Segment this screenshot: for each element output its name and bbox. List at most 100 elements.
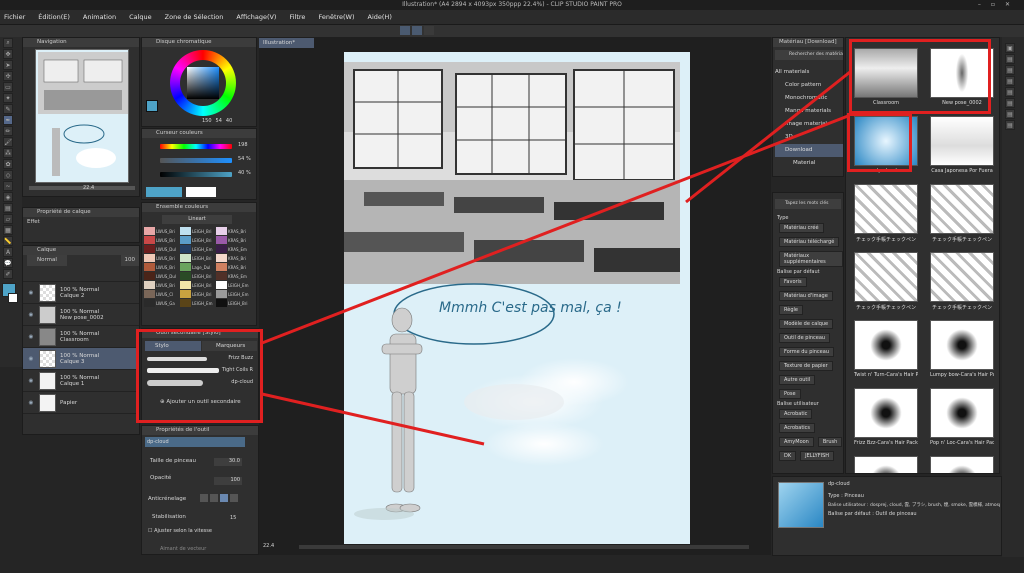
color-swatch[interactable] bbox=[216, 254, 227, 262]
material-item[interactable]: チェック手帳チェックペン bbox=[930, 184, 994, 246]
color-swatch[interactable] bbox=[216, 281, 227, 289]
eraser-tool-icon[interactable]: ◇ bbox=[3, 170, 13, 180]
text-tool-icon[interactable]: A bbox=[3, 247, 13, 257]
tree-item[interactable]: Image material bbox=[775, 118, 843, 131]
color-swatch[interactable] bbox=[216, 272, 227, 280]
navigator-zoom-slider[interactable] bbox=[29, 186, 135, 190]
tag[interactable]: Autre outil bbox=[779, 375, 816, 385]
tree-item[interactable]: Manga materials bbox=[775, 105, 843, 118]
material-item[interactable]: チェック手帳チェックペン bbox=[854, 184, 918, 246]
draw-mode-icon[interactable] bbox=[400, 26, 410, 35]
color-swatch[interactable] bbox=[144, 245, 155, 253]
folder-icon[interactable]: ▤ bbox=[1005, 65, 1015, 75]
hue-slider[interactable] bbox=[160, 144, 232, 149]
folder-icon[interactable]: ▤ bbox=[1005, 54, 1015, 64]
color-swatch[interactable] bbox=[144, 227, 155, 235]
color-swatch[interactable] bbox=[144, 254, 155, 262]
opacity-value[interactable]: 100 bbox=[214, 477, 242, 485]
tag[interactable]: Règle bbox=[779, 305, 803, 315]
tag[interactable]: Texture de papier bbox=[779, 361, 833, 371]
tag[interactable]: Acrobatic bbox=[779, 409, 813, 419]
navigator-preview[interactable] bbox=[35, 49, 129, 183]
tag[interactable]: Acrobatics bbox=[779, 423, 816, 433]
color-set-select[interactable]: Lineart bbox=[162, 215, 232, 224]
visibility-eye-icon[interactable]: ◉ bbox=[23, 312, 39, 318]
selection-icon[interactable]: ▭ bbox=[3, 82, 13, 92]
tree-item[interactable]: All materials bbox=[775, 66, 843, 79]
color-swatch[interactable] bbox=[144, 272, 155, 280]
color-swatch[interactable] bbox=[180, 227, 191, 235]
tag[interactable]: Matériaux supplémentaires bbox=[779, 251, 843, 267]
figure-tool-icon[interactable]: ▱ bbox=[3, 214, 13, 224]
color-swatch[interactable] bbox=[180, 272, 191, 280]
operation-tool-icon[interactable]: ➤ bbox=[3, 60, 13, 70]
folder-icon[interactable]: ▤ bbox=[1005, 87, 1015, 97]
color-swatch[interactable] bbox=[144, 236, 155, 244]
decoration-tool-icon[interactable]: ✿ bbox=[3, 159, 13, 169]
blend-mode-select[interactable]: Normal bbox=[27, 255, 67, 266]
sub-color-swatch[interactable] bbox=[8, 293, 18, 303]
color-swatch[interactable] bbox=[144, 290, 155, 298]
visibility-eye-icon[interactable]: ◉ bbox=[23, 400, 39, 406]
material-item[interactable] bbox=[930, 456, 994, 473]
tag[interactable]: JELLYFISH bbox=[800, 451, 835, 461]
material-icon[interactable]: ▣ bbox=[1005, 43, 1015, 53]
auto-select-icon[interactable]: ✦ bbox=[3, 93, 13, 103]
canvas-tab[interactable]: Illustration* bbox=[259, 38, 314, 48]
main-color-chip[interactable] bbox=[146, 187, 182, 197]
layer-row[interactable]: ◉ Papier bbox=[23, 392, 139, 414]
menu-help[interactable]: Aide(H) bbox=[368, 13, 392, 21]
material-item[interactable] bbox=[854, 456, 918, 473]
tag[interactable]: Brush bbox=[817, 437, 843, 447]
sub-color-chip[interactable] bbox=[186, 187, 216, 197]
blend-tool-icon[interactable]: ~ bbox=[3, 181, 13, 191]
layer-opacity-value[interactable]: 100 bbox=[120, 255, 139, 266]
hue-ring[interactable] bbox=[170, 50, 236, 116]
tag[interactable]: Forme du pinceau bbox=[779, 347, 834, 357]
canvas-page[interactable]: Mmmh C'est pas mal, ça ! bbox=[344, 52, 690, 544]
tag[interactable]: Favoris bbox=[779, 277, 807, 287]
speed-adjust-checkbox[interactable]: ☐ Ajuster selon la vitesse bbox=[148, 528, 212, 534]
menu-file[interactable]: Fichier bbox=[4, 13, 25, 21]
tree-item-selected[interactable]: Download bbox=[775, 144, 843, 157]
material-item[interactable]: Twist n' Turn-Cara's Hair Pack bbox=[854, 320, 918, 382]
draw-mode-icon[interactable] bbox=[424, 26, 434, 35]
color-swatch[interactable] bbox=[144, 263, 155, 271]
gradient-tool-icon[interactable]: ▤ bbox=[3, 203, 13, 213]
move-tool-icon[interactable]: ✥ bbox=[3, 49, 13, 59]
draw-mode-icon[interactable] bbox=[412, 26, 422, 35]
menu-animation[interactable]: Animation bbox=[83, 13, 116, 21]
color-swatch[interactable] bbox=[180, 263, 191, 271]
layer-row[interactable]: ◉ 100 % Normal New pose_0002 bbox=[23, 304, 139, 326]
brush-size-value[interactable]: 30.0 bbox=[214, 458, 242, 466]
frame-tool-icon[interactable]: ▦ bbox=[3, 225, 13, 235]
tree-item[interactable]: 3D bbox=[775, 131, 843, 144]
airbrush-tool-icon[interactable]: ⁂ bbox=[3, 148, 13, 158]
fill-tool-icon[interactable]: ◈ bbox=[3, 192, 13, 202]
canvas-scrollbar[interactable] bbox=[299, 545, 749, 549]
tree-item[interactable]: Material bbox=[775, 157, 843, 170]
material-item[interactable]: チェック手帳チェックペン bbox=[854, 252, 918, 314]
tag[interactable]: Matériau d'image bbox=[779, 291, 833, 301]
tag[interactable]: Pose bbox=[779, 389, 801, 399]
visibility-eye-icon[interactable]: ◉ bbox=[23, 290, 39, 296]
color-swatch[interactable] bbox=[216, 299, 227, 307]
tree-item[interactable]: Color pattern bbox=[775, 79, 843, 92]
brush-tool-icon[interactable]: 🖌 bbox=[3, 137, 13, 147]
color-swatch[interactable] bbox=[216, 227, 227, 235]
correct-line-icon[interactable]: ✐ bbox=[3, 269, 13, 279]
color-swatch[interactable] bbox=[180, 236, 191, 244]
stabilization-value[interactable]: 15 bbox=[230, 515, 236, 521]
tag[interactable]: AmyMoon bbox=[779, 437, 814, 447]
folder-icon[interactable]: ▤ bbox=[1005, 120, 1015, 130]
layer-row[interactable]: ◉ 100 % Normal Calque 1 bbox=[23, 370, 139, 392]
pencil-tool-icon[interactable]: ✏ bbox=[3, 126, 13, 136]
material-item[interactable]: Pop n' Loc-Cara's Hair Pack bbox=[930, 388, 994, 450]
material-item[interactable]: Casa Japonesa Por Fuera bbox=[930, 116, 994, 178]
window-controls[interactable]: –▫✕ bbox=[978, 0, 1020, 10]
folder-icon[interactable]: ▤ bbox=[1005, 109, 1015, 119]
visibility-eye-icon[interactable]: ◉ bbox=[23, 356, 39, 362]
color-swatch[interactable] bbox=[180, 245, 191, 253]
color-swatch[interactable] bbox=[180, 299, 191, 307]
menu-filter[interactable]: Filtre bbox=[289, 13, 305, 21]
